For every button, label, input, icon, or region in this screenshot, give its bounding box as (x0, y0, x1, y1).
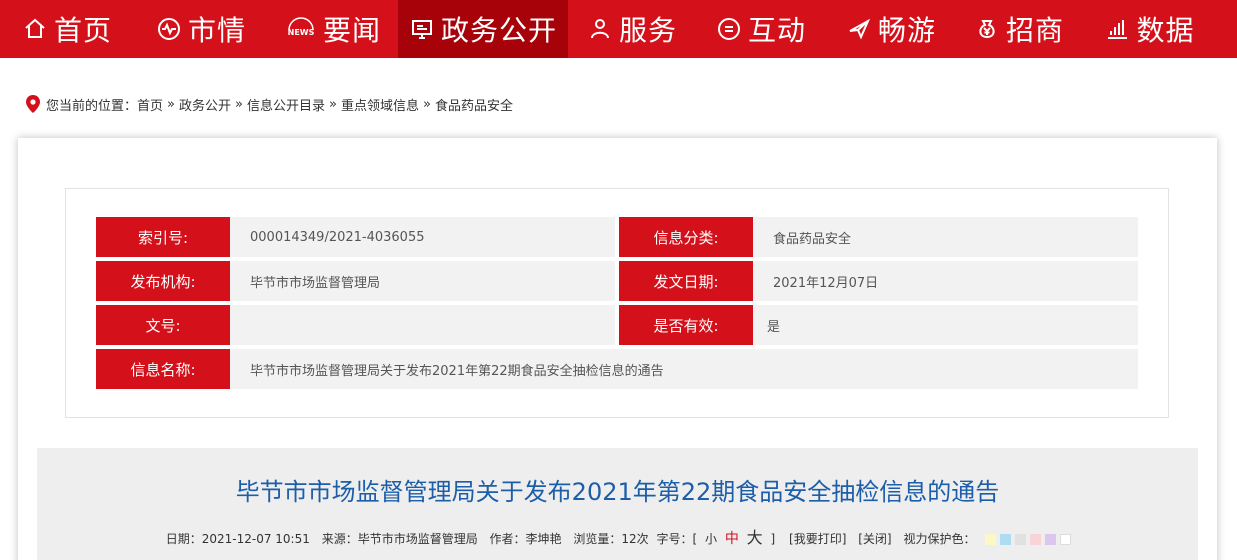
svg-text:NEWS: NEWS (288, 28, 315, 37)
font-size-prefix: 字号：[ (656, 532, 698, 546)
nav-item-label: 数据 (1136, 14, 1195, 47)
font-size-large-button[interactable]: 大 (747, 528, 763, 547)
breadcrumb: 您当前的位置： 首页 » 政务公开 » 信息公开目录 » 重点领域信息 » 食品… (26, 94, 513, 114)
eye-color-swatch-pink[interactable] (1030, 534, 1042, 545)
chat-icon (716, 16, 742, 42)
nav-item-interact[interactable]: 互动 (696, 0, 826, 58)
nav-item-data[interactable]: 数据 (1082, 0, 1217, 58)
bar-chart-icon (1104, 16, 1130, 42)
article-header: 毕节市市场监督管理局关于发布2021年第22期食品安全抽检信息的通告 日期：20… (37, 448, 1198, 560)
index-value: 000014349/2021-4036055 (230, 217, 615, 257)
info-row: 索引号: 000014349/2021-4036055 信息分类: 食品药品安全 (96, 217, 1138, 257)
article-title: 毕节市市场监督管理局关于发布2021年第22期食品安全抽检信息的通告 (235, 478, 1000, 506)
people-icon (587, 16, 613, 42)
home-icon (22, 16, 48, 42)
nav-item-label: 市情 (187, 14, 246, 47)
breadcrumb-food-drug-safety[interactable]: 食品药品安全 (435, 95, 513, 114)
publisher-label: 发布机构: (96, 261, 230, 301)
info-row: 发布机构: 毕节市市场监督管理局 发文日期: 2021年12月07日 (96, 261, 1138, 301)
breadcrumb-info-catalog[interactable]: 信息公开目录 (247, 95, 325, 114)
eye-color-swatch-blue[interactable] (1000, 534, 1012, 545)
nav-item-news[interactable]: NEWS 要闻 (268, 0, 398, 58)
font-size-small-button[interactable]: 小 (705, 532, 717, 546)
print-button[interactable]: [我要打印] (789, 532, 846, 546)
nav-item-home[interactable]: 首页 (0, 0, 134, 58)
info-name-value: 毕节市市场监督管理局关于发布2021年第22期食品安全抽检信息的通告 (230, 349, 1138, 389)
date-value: 2021年12月07日 (753, 261, 1138, 301)
info-name-label: 信息名称: (96, 349, 230, 389)
close-button[interactable]: [关闭] (858, 532, 891, 546)
validity-value: 是 (753, 305, 1138, 345)
info-table: 索引号: 000014349/2021-4036055 信息分类: 食品药品安全… (65, 188, 1169, 418)
info-row: 文号: 是否有效: 是 (96, 305, 1138, 345)
category-label: 信息分类: (619, 217, 753, 257)
article-meta: 日期：2021-12-07 10:51 来源：毕节市市场监督管理局 作者：李坤艳… (37, 524, 1198, 548)
breadcrumb-separator: » (329, 96, 337, 112)
plane-icon (846, 16, 872, 42)
index-label: 索引号: (96, 217, 230, 257)
doc-number-value (230, 305, 615, 345)
font-size-suffix: ] (770, 532, 776, 546)
breadcrumb-separator: » (235, 96, 243, 112)
breadcrumb-home[interactable]: 首页 (137, 95, 163, 114)
nav-item-label: 要闻 (322, 14, 381, 47)
eye-color-swatch-yellow[interactable] (985, 534, 997, 545)
date-label: 发文日期: (619, 261, 753, 301)
nav-item-travel[interactable]: 畅游 (826, 0, 956, 58)
breadcrumb-separator: » (422, 96, 431, 112)
eye-color-swatch-white[interactable] (1060, 534, 1072, 545)
nav-item-label: 畅游 (877, 14, 936, 47)
breadcrumb-gov-affairs[interactable]: 政务公开 (179, 95, 231, 114)
doc-number-label: 文号: (96, 305, 230, 345)
nav-item-service[interactable]: 服务 (568, 0, 696, 58)
nav-item-label: 首页 (53, 14, 112, 47)
article-views: 浏览量：12次 (573, 532, 649, 546)
nav-item-gov-affairs[interactable]: 政务公开 (398, 0, 568, 58)
article-date: 日期：2021-12-07 10:51 (165, 532, 310, 546)
pulse-icon (156, 16, 182, 42)
breadcrumb-separator: » (167, 96, 175, 112)
nav-item-city[interactable]: 市情 (134, 0, 268, 58)
font-size-medium-button[interactable]: 中 (725, 531, 739, 547)
news-icon: NEWS (285, 16, 317, 42)
nav-item-label: 服务 (618, 14, 677, 47)
info-row: 信息名称: 毕节市市场监督管理局关于发布2021年第22期食品安全抽检信息的通告 (96, 349, 1138, 389)
article-author: 作者：李坤艳 (489, 532, 562, 546)
category-value: 食品药品安全 (753, 217, 1138, 257)
nav-item-label: 政务公开 (440, 14, 557, 47)
article-source: 来源：毕节市市场监督管理局 (321, 532, 478, 546)
publisher-value: 毕节市市场监督管理局 (230, 261, 615, 301)
breadcrumb-prefix: 您当前的位置： (46, 98, 138, 114)
breadcrumb-key-areas[interactable]: 重点领域信息 (341, 95, 419, 114)
top-nav: 首页 市情 NEWS 要闻 政务公开 服务 互动 畅游 招商 数据 (0, 0, 1237, 58)
monitor-icon (409, 16, 435, 42)
eye-color-swatch-purple[interactable] (1045, 534, 1057, 545)
yen-bag-icon (974, 16, 1000, 42)
nav-item-label: 招商 (1005, 14, 1064, 47)
content-card: 索引号: 000014349/2021-4036055 信息分类: 食品药品安全… (18, 138, 1217, 560)
nav-item-invest[interactable]: 招商 (956, 0, 1082, 58)
eye-color-label: 视力保护色： (903, 532, 976, 546)
eye-color-swatch-gray[interactable] (1015, 534, 1027, 545)
nav-item-label: 互动 (747, 14, 806, 47)
validity-label: 是否有效: (619, 305, 753, 345)
location-pin-icon (26, 95, 40, 113)
